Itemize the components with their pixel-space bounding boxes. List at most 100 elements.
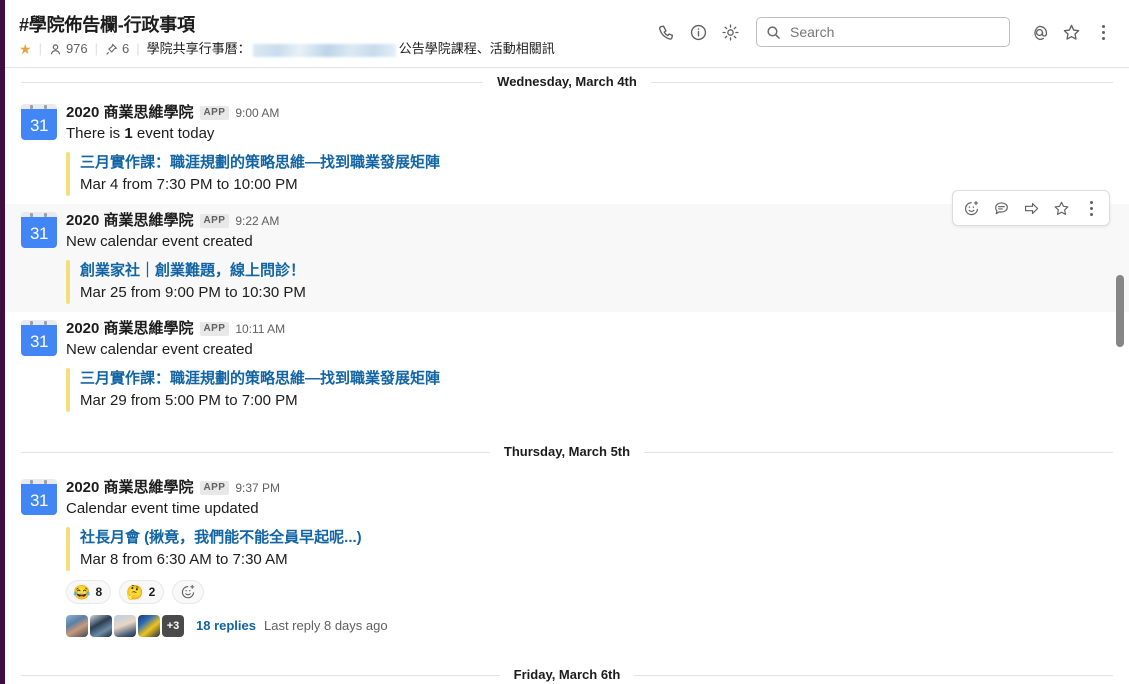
attachment-title-link[interactable]: 社長月會 (揪竟，我們能不能全員早起呢...) — [80, 527, 1109, 549]
thinking-emoji-icon: 🤔 — [126, 584, 144, 600]
message-timestamp[interactable]: 9:37 PM — [235, 480, 280, 496]
reaction-thinking[interactable]: 🤔 2 — [119, 580, 165, 604]
reaction-joy[interactable]: 😂 8 — [66, 580, 112, 604]
search-input[interactable]: Search — [756, 17, 1010, 47]
message-author[interactable]: 2020 商業思維學院 — [66, 320, 194, 338]
avatar[interactable]: 31 — [21, 479, 57, 515]
message-body: 2020 商業思維學院 APP 9:37 PM Calendar event t… — [66, 479, 1109, 639]
joy-emoji-icon: 😂 — [73, 584, 91, 600]
date-divider-label: Thursday, March 5th — [489, 443, 645, 461]
channel-topic[interactable]: 學院共享行事曆： 公告學院課程、活動相關訊 — [147, 41, 555, 57]
attachment-title-link[interactable]: 三月實作課：職涯規劃的策略思維—找到職業發展矩陣 — [80, 152, 1109, 174]
redacted-topic-link — [252, 43, 396, 57]
avatar[interactable]: 31 — [21, 320, 57, 356]
meta-separator-3: | — [136, 41, 140, 56]
gear-icon[interactable] — [714, 16, 746, 48]
app-badge: APP — [199, 322, 230, 336]
date-divider-friday: Friday, March 6th — [5, 661, 1129, 684]
message-body: 2020 商業思維學院 APP 10:11 AM New calendar ev… — [66, 320, 1109, 412]
channel-topic-suffix: 公告學院課程、活動相關訊 — [398, 41, 555, 56]
message-text: Calendar event time updated — [66, 500, 259, 517]
attachment-subtitle: Mar 29 from 5:00 PM to 7:00 PM — [80, 392, 298, 409]
google-calendar-icon: 31 — [21, 104, 57, 140]
message-attachment: 社長月會 (揪竟，我們能不能全員早起呢...) Mar 8 from 6:30 … — [66, 527, 1109, 571]
message-author[interactable]: 2020 商業思維學院 — [66, 479, 194, 497]
thread-avatar-overflow-count[interactable]: +3 — [162, 615, 184, 637]
pin-icon — [105, 42, 118, 56]
table-row[interactable]: 31 2020 商業思維學院 APP 9:22 AM New calendar … — [5, 190, 1129, 312]
message-more-kebab-menu-icon[interactable] — [1077, 194, 1105, 222]
google-calendar-icon: 31 — [21, 320, 57, 356]
thread-last-reply-time: Last reply 8 days ago — [264, 618, 388, 633]
attachment-subtitle: Mar 25 from 9:00 PM to 10:30 PM — [80, 284, 306, 301]
avatar[interactable]: 31 — [21, 212, 57, 248]
message-text-before: There is — [66, 125, 125, 142]
message-timestamp[interactable]: 9:00 AM — [235, 105, 279, 121]
speech-bubble-reply-icon[interactable] — [987, 194, 1015, 222]
attachment-title-link[interactable]: 創業家社｜創業難題，線上問診！ — [80, 260, 1109, 282]
message-attachment: 三月實作課：職涯規劃的策略思維—找到職業發展矩陣 Mar 29 from 5:0… — [66, 368, 1109, 412]
channel-header-actions: Search — [650, 0, 1129, 48]
date-divider-wednesday: Wednesday, March 4th — [5, 68, 1129, 96]
phone-icon[interactable] — [650, 16, 682, 48]
kebab-dots — [1089, 200, 1093, 216]
channel-meta-bar: ★ | 976 | 6 | 學院共享行事曆： 公告學院課程、活動相關訊 — [19, 41, 555, 57]
thread-participant-avatars: +3 — [66, 615, 184, 637]
channel-members-button[interactable]: 976 — [49, 41, 88, 57]
message-header: 2020 商業思維學院 APP 9:37 PM — [66, 479, 1109, 497]
table-row[interactable]: 31 2020 商業思維學院 APP 9:00 AM There is 1 ev… — [5, 96, 1129, 204]
channel-more-kebab-menu-icon[interactable] — [1087, 16, 1119, 48]
save-star-outline-icon[interactable] — [1047, 194, 1075, 222]
person-icon — [49, 43, 62, 56]
date-divider-label: Wednesday, March 4th — [483, 73, 651, 91]
reaction-count: 8 — [95, 585, 103, 599]
app-badge: APP — [199, 214, 230, 228]
message-text: New calendar event created — [66, 341, 253, 358]
kebab-dots — [1101, 24, 1105, 40]
message-text-bold: 1 — [124, 125, 133, 142]
meta-separator-2: | — [94, 41, 99, 56]
calendar-day-number: 31 — [30, 223, 48, 243]
table-row[interactable]: 31 2020 商業思維學院 APP 10:11 AM New calendar… — [5, 312, 1129, 420]
message-header: 2020 商業思維學院 APP 9:00 AM — [66, 104, 1109, 122]
info-icon[interactable] — [682, 16, 714, 48]
message-author[interactable]: 2020 商業思維學院 — [66, 104, 194, 122]
emoji-add-icon[interactable] — [172, 580, 205, 604]
google-calendar-icon: 31 — [21, 212, 57, 248]
message-reactions: 😂 8 🤔 2 — [66, 580, 1109, 604]
search-placeholder-text: Search — [790, 24, 835, 40]
table-row[interactable]: 31 2020 商業思維學院 APP 9:37 PM Calendar even… — [5, 466, 1129, 647]
calendar-day-number: 31 — [30, 115, 48, 135]
emoji-add-icon[interactable] — [957, 194, 985, 222]
scrollbar-thumb[interactable] — [1116, 275, 1124, 347]
message-timestamp[interactable]: 10:11 AM — [235, 321, 285, 337]
avatar[interactable]: 31 — [21, 104, 57, 140]
avatar[interactable] — [66, 615, 88, 637]
message-author[interactable]: 2020 商業思維學院 — [66, 212, 194, 230]
message-header: 2020 商業思維學院 APP 10:11 AM — [66, 320, 1109, 338]
avatar[interactable] — [114, 615, 136, 637]
saved-items-star-outline-icon[interactable] — [1055, 16, 1087, 48]
thread-replies-bar[interactable]: +3 18 replies Last reply 8 days ago — [66, 613, 392, 639]
channel-header: #學院佈告欄-行政事項 ★ | 976 | 6 | 學院共享行事曆： 公告學院課… — [5, 0, 1129, 68]
star-filled-icon[interactable]: ★ — [19, 42, 32, 56]
avatar[interactable] — [138, 615, 160, 637]
channel-name-title[interactable]: #學院佈告欄-行政事項 — [19, 14, 555, 36]
channel-pins-button[interactable]: 6 — [105, 41, 129, 57]
message-text: There is 1 event today — [66, 123, 1109, 145]
thread-replies-count[interactable]: 18 replies — [196, 617, 256, 635]
avatar[interactable] — [90, 615, 112, 637]
message-attachment: 三月實作課：職涯規劃的策略思維—找到職業發展矩陣 Mar 4 from 7:30… — [66, 152, 1109, 196]
message-pane-scrollbar[interactable] — [1115, 68, 1125, 684]
channel-members-count: 976 — [65, 41, 88, 56]
attachment-title-link[interactable]: 三月實作課：職涯規劃的策略思維—找到職業發展矩陣 — [80, 368, 1109, 390]
at-mention-icon[interactable] — [1023, 16, 1055, 48]
attachment-subtitle: Mar 8 from 6:30 AM to 7:30 AM — [80, 551, 288, 568]
meta-separator-1: | — [38, 41, 42, 56]
date-divider-thursday: Thursday, March 5th — [5, 438, 1129, 466]
message-timestamp[interactable]: 9:22 AM — [235, 213, 279, 229]
reaction-count: 2 — [148, 585, 156, 599]
forward-arrow-share-icon[interactable] — [1017, 194, 1045, 222]
message-list-pane[interactable]: Wednesday, March 4th 31 2020 商業思維學院 APP … — [5, 68, 1129, 684]
calendar-day-number: 31 — [30, 490, 48, 510]
